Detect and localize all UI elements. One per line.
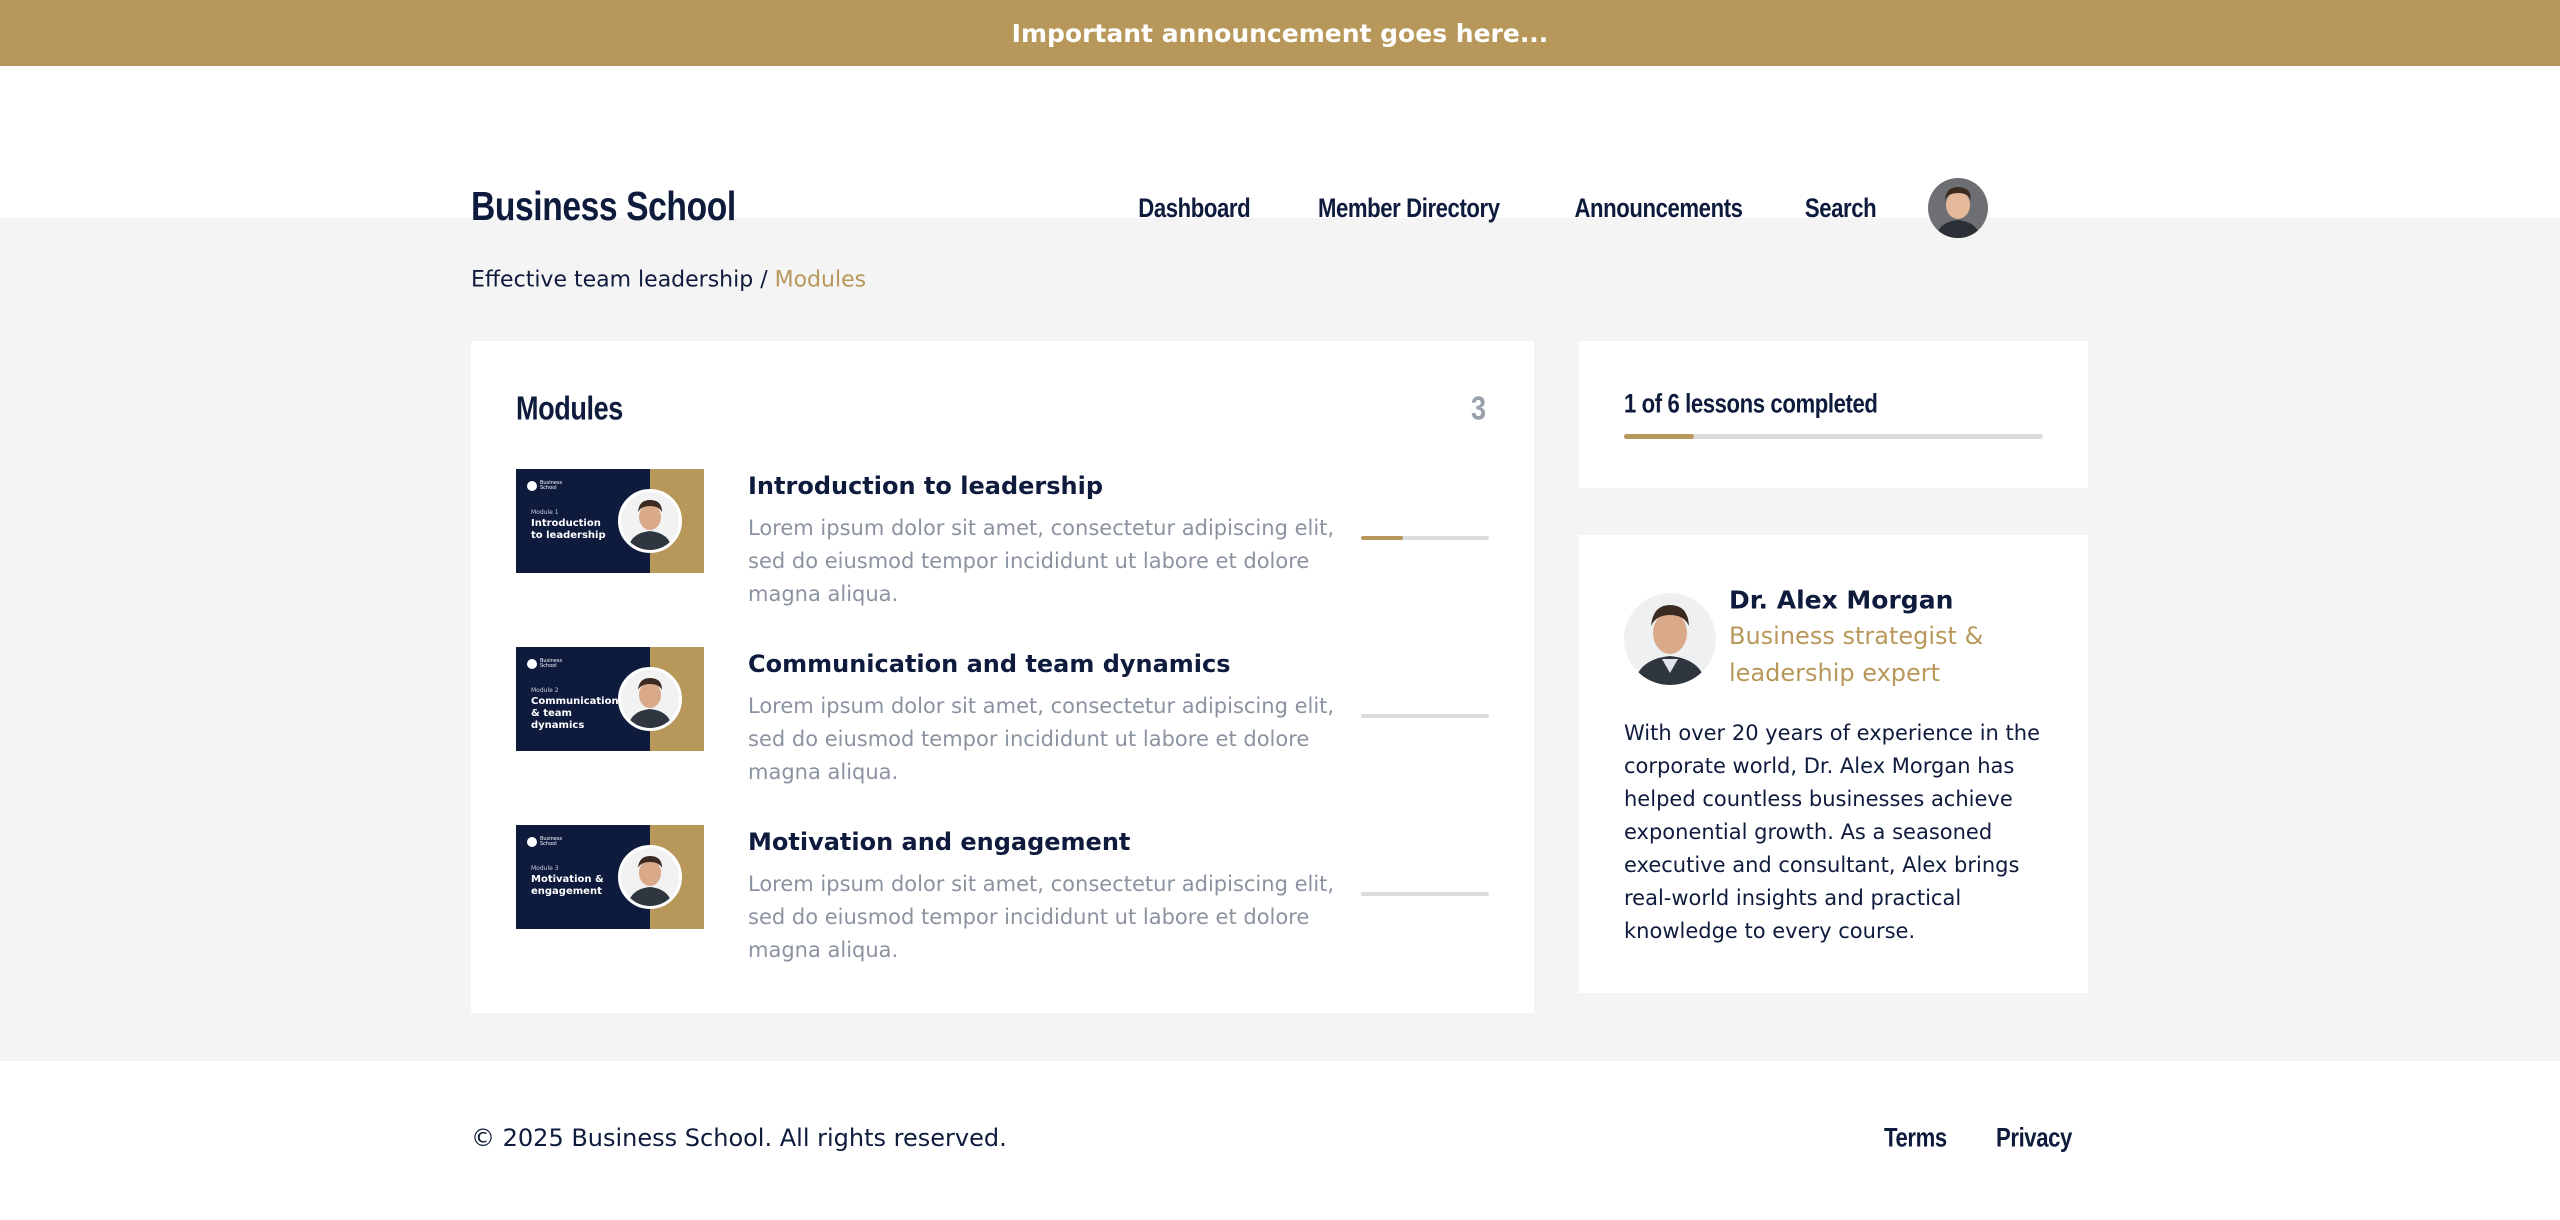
module-item[interactable]: Business School Module 1 Introduction to… [516,469,1489,619]
modules-card: Modules 3 Business School Module 1 Intro… [471,341,1534,1013]
lesson-progress-bar [1624,434,2043,439]
thumb-brand: Business School [540,836,563,847]
announcement-text: Important announcement goes here... [1011,18,1549,48]
module-thumbnail: Business School Module 1 Introduction to… [516,469,704,573]
thumb-module-label: Module 2 [531,687,559,694]
instructor-photo [618,667,682,731]
thumb-brand: Business School [540,658,563,669]
footer-privacy-link[interactable]: Privacy [1996,1123,2089,1154]
thumb-module-label: Module 1 [531,509,559,516]
instructor-name: Dr. Alex Morgan [1729,585,1954,615]
module-progress-bar [1361,892,1489,896]
module-thumbnail: Business School Module 3 Motivation & en… [516,825,704,929]
module-item[interactable]: Business School Module 2 Communication &… [516,647,1489,797]
logo-icon [527,837,537,847]
modules-title: Modules [516,389,623,427]
module-thumbnail: Business School Module 2 Communication &… [516,647,704,751]
thumb-brand: Business School [540,480,563,491]
instructor-bio: With over 20 years of experience in the … [1624,721,2040,943]
breadcrumb: Effective team leadership / Modules [471,268,866,293]
breadcrumb-current: Modules [774,267,867,293]
module-progress-bar [1361,714,1489,718]
modules-count: 3 [1471,389,1486,427]
site-header: Business School Dashboard Member Directo… [0,66,2560,238]
lesson-progress-card: 1 of 6 lessons completed [1579,341,2088,488]
copyright: © 2025 Business School. All rights reser… [471,1124,1007,1152]
module-description: Lorem ipsum dolor sit amet, consectetur … [748,872,1335,962]
thumb-module-title: Introduction to leadership [531,518,606,541]
thumb-module-title: Communication & team dynamics [531,696,619,731]
module-progress-bar [1361,536,1489,540]
module-title[interactable]: Motivation and engagement [748,828,1130,856]
module-progress-fill [1361,536,1404,540]
module-description: Lorem ipsum dolor sit amet, consectetur … [748,694,1335,784]
module-description: Lorem ipsum dolor sit amet, consectetur … [748,516,1335,606]
site-footer: © 2025 Business School. All rights reser… [0,1061,2560,1220]
lesson-progress-label: 1 of 6 lessons completed [1624,388,1878,419]
logo-icon [527,659,537,669]
module-item[interactable]: Business School Module 3 Motivation & en… [516,825,1489,975]
announcement-bar: Important announcement goes here... [0,0,2560,66]
thumb-module-label: Module 3 [531,865,559,872]
lesson-progress-fill [1624,434,1694,439]
instructor-photo [618,489,682,553]
main-content: Effective team leadership / Modules Modu… [0,218,2560,1061]
instructor-avatar [1624,593,1716,685]
instructor-role: Business strategist & leadership expert [1729,622,1984,687]
footer-terms-link[interactable]: Terms [1884,1123,1961,1154]
module-title[interactable]: Introduction to leadership [748,472,1103,500]
instructor-card: Dr. Alex Morgan Business strategist & le… [1579,535,2088,993]
module-title[interactable]: Communication and team dynamics [748,650,1231,678]
thumb-module-title: Motivation & engagement [531,874,604,897]
instructor-photo [618,845,682,909]
breadcrumb-separator: / [753,267,775,293]
footer-links: Terms Privacy [1848,1123,2089,1154]
logo-icon [527,481,537,491]
breadcrumb-parent[interactable]: Effective team leadership [471,268,753,293]
